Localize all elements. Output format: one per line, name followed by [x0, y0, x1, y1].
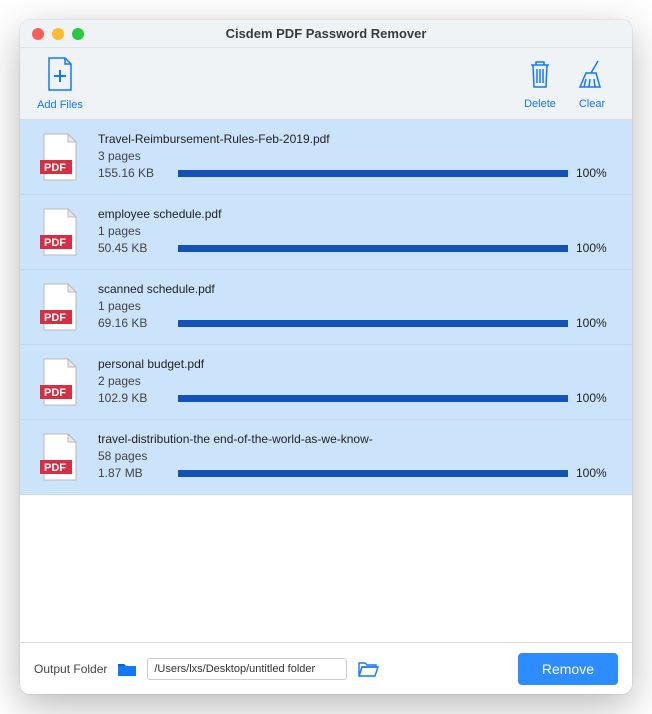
file-row[interactable]: PDF travel-distribution-the end-of-the-w… [20, 420, 632, 495]
file-pages: 1 pages [98, 299, 616, 313]
progress-bar [178, 395, 568, 402]
clear-button[interactable]: Clear [566, 57, 618, 110]
file-info: Travel-Reimbursement-Rules-Feb-2019.pdf … [98, 132, 616, 180]
pdf-file-icon: PDF [40, 432, 80, 482]
progress-bar [178, 170, 568, 177]
toolbar: Add Files Delete Clear [20, 48, 632, 120]
titlebar: Cisdem PDF Password Remover [20, 20, 632, 48]
file-name: Travel-Reimbursement-Rules-Feb-2019.pdf [98, 132, 616, 146]
pdf-file-icon: PDF [40, 282, 80, 332]
file-info: scanned schedule.pdf 1 pages 69.16 KB 10… [98, 282, 616, 330]
progress-percent: 100% [576, 166, 616, 180]
file-name: scanned schedule.pdf [98, 282, 616, 296]
file-size: 155.16 KB [98, 166, 170, 180]
file-size: 102.9 KB [98, 391, 170, 405]
progress-percent: 100% [576, 466, 616, 480]
app-window: Cisdem PDF Password Remover Add Files [20, 20, 632, 694]
file-size: 50.45 KB [98, 241, 170, 255]
minimize-window-button[interactable] [52, 28, 64, 40]
delete-button[interactable]: Delete [514, 57, 566, 110]
file-pages: 3 pages [98, 149, 616, 163]
add-files-button[interactable]: Add Files [34, 56, 86, 111]
open-folder-icon [357, 660, 379, 678]
footer: Output Folder Remove [20, 642, 632, 694]
close-window-button[interactable] [32, 28, 44, 40]
pdf-file-icon: PDF [40, 357, 80, 407]
progress-bar [178, 320, 568, 327]
progress-percent: 100% [576, 316, 616, 330]
progress-bar [178, 245, 568, 252]
file-name: employee schedule.pdf [98, 207, 616, 221]
file-name: personal budget.pdf [98, 357, 616, 371]
svg-text:PDF: PDF [44, 312, 66, 324]
traffic-lights [32, 28, 84, 40]
window-title: Cisdem PDF Password Remover [20, 26, 632, 41]
delete-label: Delete [524, 98, 556, 110]
pdf-file-icon: PDF [40, 207, 80, 257]
output-folder-path[interactable] [147, 658, 347, 680]
file-name: travel-distribution-the end-of-the-world… [98, 432, 616, 446]
browse-folder-button[interactable] [357, 660, 379, 678]
file-info: travel-distribution-the end-of-the-world… [98, 432, 616, 480]
file-pages: 2 pages [98, 374, 616, 388]
pdf-file-icon: PDF [40, 132, 80, 182]
svg-text:PDF: PDF [44, 237, 66, 249]
maximize-window-button[interactable] [72, 28, 84, 40]
remove-button[interactable]: Remove [518, 653, 618, 685]
file-info: employee schedule.pdf 1 pages 50.45 KB 1… [98, 207, 616, 255]
file-list: PDF Travel-Reimbursement-Rules-Feb-2019.… [20, 120, 632, 642]
output-folder-label: Output Folder [34, 662, 107, 676]
add-files-label: Add Files [37, 99, 83, 111]
file-row[interactable]: PDF employee schedule.pdf 1 pages 50.45 … [20, 195, 632, 270]
file-row[interactable]: PDF Travel-Reimbursement-Rules-Feb-2019.… [20, 120, 632, 195]
clear-label: Clear [579, 98, 605, 110]
progress-bar [178, 470, 568, 477]
progress-percent: 100% [576, 241, 616, 255]
file-row[interactable]: PDF personal budget.pdf 2 pages 102.9 KB… [20, 345, 632, 420]
file-row[interactable]: PDF scanned schedule.pdf 1 pages 69.16 K… [20, 270, 632, 345]
trash-icon [525, 57, 555, 94]
progress-percent: 100% [576, 391, 616, 405]
folder-icon [117, 661, 137, 677]
broom-icon [576, 57, 608, 94]
svg-text:PDF: PDF [44, 162, 66, 174]
file-info: personal budget.pdf 2 pages 102.9 KB 100… [98, 357, 616, 405]
file-size: 69.16 KB [98, 316, 170, 330]
add-files-icon [45, 56, 75, 95]
svg-text:PDF: PDF [44, 387, 66, 399]
svg-text:PDF: PDF [44, 462, 66, 474]
file-pages: 1 pages [98, 224, 616, 238]
file-size: 1.87 MB [98, 466, 170, 480]
file-pages: 58 pages [98, 449, 616, 463]
